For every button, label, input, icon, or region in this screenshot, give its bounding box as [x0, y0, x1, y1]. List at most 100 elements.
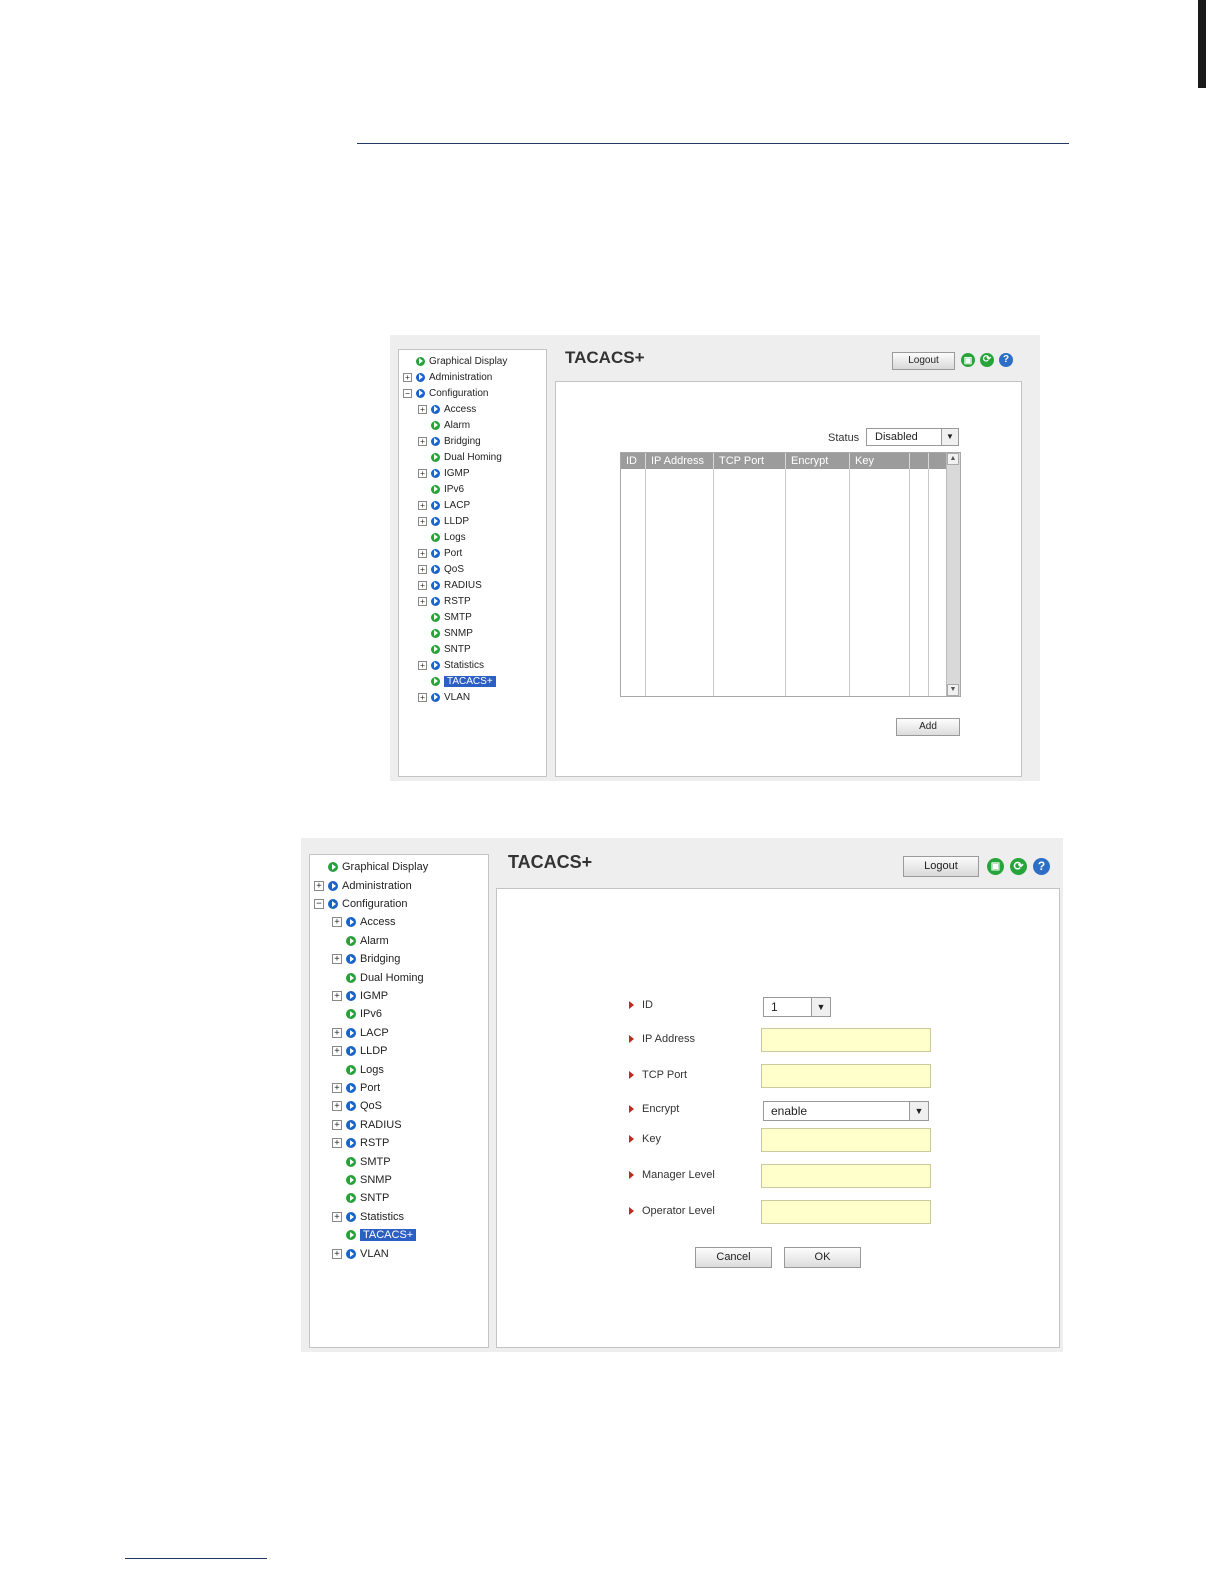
tree-item-ipv6[interactable]: IPv6	[332, 1005, 382, 1023]
column-header-id[interactable]: ID	[621, 453, 646, 469]
tree-item-dual-homing[interactable]: Dual Homing	[332, 968, 424, 986]
expand-icon[interactable]: +	[418, 580, 427, 590]
expand-icon[interactable]: +	[332, 1248, 342, 1259]
tree-item-sntp[interactable]: SNTP	[332, 1189, 389, 1207]
tree-item-bridging[interactable]: + Bridging	[332, 950, 400, 968]
ok-button[interactable]: OK	[784, 1247, 861, 1268]
column-header-extra-2[interactable]	[929, 453, 947, 469]
logout-button[interactable]: Logout	[892, 352, 955, 370]
tree-item-port[interactable]: + Port	[332, 1079, 380, 1097]
expand-icon[interactable]: +	[332, 954, 342, 965]
tree-item-vlan[interactable]: + VLAN	[418, 689, 470, 705]
cancel-button[interactable]: Cancel	[695, 1247, 772, 1268]
tree-item-statistics[interactable]: + Statistics	[332, 1208, 404, 1226]
chevron-down-icon[interactable]: ▼	[909, 1102, 928, 1120]
tree-item-sntp[interactable]: SNTP	[418, 641, 471, 657]
tree-item-configuration[interactable]: − Configuration	[314, 895, 407, 913]
tree-item-port[interactable]: + Port	[418, 545, 462, 561]
tree-item-smtp[interactable]: SMTP	[418, 609, 472, 625]
status-select[interactable]: Disabled ▼	[866, 428, 959, 446]
tree-item-administration[interactable]: + Administration	[403, 369, 492, 385]
add-button[interactable]: Add	[896, 718, 960, 736]
tree-item-alarm[interactable]: Alarm	[418, 417, 470, 433]
tree-item-snmp[interactable]: SNMP	[418, 625, 473, 641]
tree-item-rstp[interactable]: + RSTP	[332, 1134, 389, 1152]
tree-item-logs[interactable]: Logs	[332, 1060, 384, 1078]
expand-icon[interactable]: +	[314, 880, 324, 891]
tree-item-tacacs[interactable]: TACACS+	[418, 673, 496, 689]
expand-icon[interactable]: +	[332, 1211, 342, 1222]
expand-icon[interactable]: +	[332, 1138, 342, 1149]
tree-item-smtp[interactable]: SMTP	[332, 1152, 391, 1170]
ip-address-input[interactable]	[761, 1028, 931, 1052]
tree-item-vlan[interactable]: + VLAN	[332, 1244, 389, 1262]
tree-item-tacacs[interactable]: TACACS+	[332, 1226, 417, 1244]
tree-item-radius[interactable]: + RADIUS	[418, 577, 482, 593]
save-icon[interactable]: ▣	[961, 353, 975, 367]
column-header-ip-address[interactable]: IP Address	[646, 453, 714, 469]
encrypt-select[interactable]: enable ▼	[763, 1101, 929, 1121]
manager-level-input[interactable]	[761, 1164, 931, 1188]
tree-item-lldp[interactable]: + LLDP	[418, 513, 469, 529]
tree-item-igmp[interactable]: + IGMP	[418, 465, 470, 481]
expand-icon[interactable]: +	[418, 596, 427, 606]
tree-item-graphical[interactable]: Graphical Display	[403, 353, 507, 369]
logout-button[interactable]: Logout	[903, 856, 979, 877]
scroll-down-icon[interactable]: ▼	[947, 684, 959, 696]
tree-item-administration[interactable]: + Administration	[314, 876, 412, 894]
save-icon[interactable]: ▣	[987, 858, 1004, 875]
tree-item-graphical[interactable]: Graphical Display	[314, 858, 428, 876]
expand-icon[interactable]: +	[332, 1027, 342, 1038]
expand-icon[interactable]: +	[418, 404, 427, 414]
expand-icon[interactable]: +	[418, 660, 427, 670]
refresh-icon[interactable]: ⟳	[1010, 858, 1027, 875]
expand-icon[interactable]: +	[332, 1082, 342, 1093]
tree-item-qos[interactable]: + QoS	[418, 561, 464, 577]
expand-icon[interactable]: +	[332, 990, 342, 1001]
expand-icon[interactable]: +	[332, 1046, 342, 1057]
collapse-icon[interactable]: −	[403, 388, 412, 398]
column-header-key[interactable]: Key	[850, 453, 910, 469]
tree-item-bridging[interactable]: + Bridging	[418, 433, 481, 449]
collapse-icon[interactable]: −	[314, 898, 324, 909]
tree-item-dual-homing[interactable]: Dual Homing	[418, 449, 502, 465]
expand-icon[interactable]: +	[418, 500, 427, 510]
tree-item-lacp[interactable]: + LACP	[332, 1024, 389, 1042]
scroll-up-icon[interactable]: ▲	[947, 453, 959, 465]
table-scrollbar[interactable]: ▲ ▼	[946, 453, 960, 696]
expand-icon[interactable]: +	[418, 692, 427, 702]
tree-item-logs[interactable]: Logs	[418, 529, 466, 545]
expand-icon[interactable]: +	[418, 516, 427, 526]
tree-item-access[interactable]: + Access	[332, 913, 395, 931]
tree-item-statistics[interactable]: + Statistics	[418, 657, 484, 673]
expand-icon[interactable]: +	[332, 1119, 342, 1130]
tree-item-qos[interactable]: + QoS	[332, 1097, 382, 1115]
tcp-port-input[interactable]	[761, 1064, 931, 1088]
tree-item-access[interactable]: + Access	[418, 401, 476, 417]
id-select[interactable]: 1 ▼	[763, 997, 831, 1017]
operator-level-input[interactable]	[761, 1200, 931, 1224]
chevron-down-icon[interactable]: ▼	[941, 429, 958, 445]
tree-item-configuration[interactable]: − Configuration	[403, 385, 488, 401]
tree-item-lacp[interactable]: + LACP	[418, 497, 470, 513]
column-header-tcp-port[interactable]: TCP Port	[714, 453, 786, 469]
help-icon[interactable]: ?	[999, 353, 1013, 367]
tree-item-igmp[interactable]: + IGMP	[332, 987, 388, 1005]
tree-item-radius[interactable]: + RADIUS	[332, 1116, 402, 1134]
expand-icon[interactable]: +	[418, 436, 427, 446]
tree-item-rstp[interactable]: + RSTP	[418, 593, 471, 609]
expand-icon[interactable]: +	[332, 1101, 342, 1112]
key-input[interactable]	[761, 1128, 931, 1152]
tree-item-ipv6[interactable]: IPv6	[418, 481, 464, 497]
refresh-icon[interactable]: ⟳	[980, 353, 994, 367]
tree-item-alarm[interactable]: Alarm	[332, 932, 389, 950]
help-icon[interactable]: ?	[1033, 858, 1050, 875]
expand-icon[interactable]: +	[332, 917, 342, 928]
tree-item-snmp[interactable]: SNMP	[332, 1171, 392, 1189]
column-header-encrypt[interactable]: Encrypt	[786, 453, 850, 469]
expand-icon[interactable]: +	[418, 564, 427, 574]
expand-icon[interactable]: +	[418, 548, 427, 558]
expand-icon[interactable]: +	[403, 372, 412, 382]
chevron-down-icon[interactable]: ▼	[811, 998, 830, 1016]
expand-icon[interactable]: +	[418, 468, 427, 478]
